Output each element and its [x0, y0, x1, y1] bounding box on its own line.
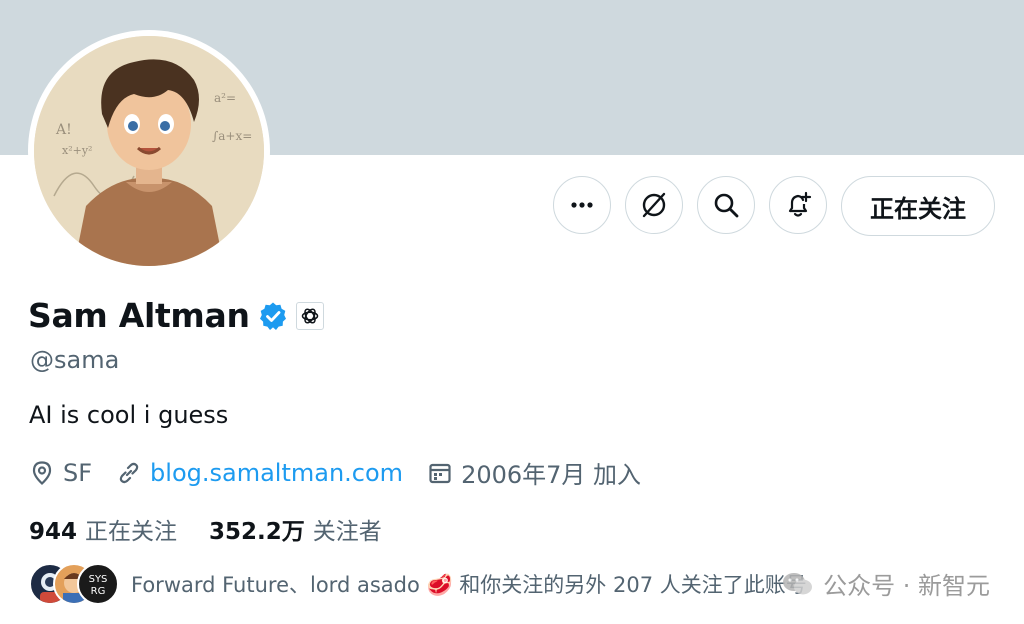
verified-badge-icon[interactable] — [258, 301, 288, 331]
mutual-avatars: SYS RG — [29, 563, 119, 605]
following-button[interactable]: 正在关注 — [841, 176, 995, 236]
joined-date: 2006年7月 加入 — [461, 461, 642, 489]
website-item[interactable]: blog.samaltman.com — [116, 459, 403, 487]
watermark-text: 公众号 · 新智元 — [823, 572, 990, 600]
profile-handle: @sama — [30, 346, 120, 374]
follow-stats: 944 正在关注 352.2万 关注者 — [29, 512, 414, 546]
svg-text:∫a+x=: ∫a+x= — [212, 129, 252, 143]
svg-text:SYS: SYS — [89, 574, 108, 585]
search-icon — [714, 193, 739, 218]
followers-label: 关注者 — [312, 519, 382, 545]
following-stat[interactable]: 944 正在关注 — [29, 512, 177, 546]
avatar[interactable]: A! x²+y² a²= ∫a+x= — [28, 30, 270, 272]
location-text: SF — [63, 458, 93, 487]
location-item: SF — [29, 459, 92, 487]
profile-meta: SF blog.samaltman.com 2006年7月 加入 — [29, 455, 665, 490]
avatar-image: A! x²+y² a²= ∫a+x= — [34, 36, 264, 266]
website-link[interactable]: blog.samaltman.com — [150, 459, 403, 487]
svg-text:RG: RG — [91, 586, 106, 597]
profile-name: Sam Altman — [28, 296, 250, 335]
location-pin-icon — [32, 460, 52, 485]
following-label: 正在关注 — [85, 519, 178, 545]
more-button[interactable] — [553, 176, 611, 234]
joined-item: 2006年7月 加入 — [427, 455, 641, 490]
followers-count: 352.2万 — [209, 519, 305, 545]
svg-text:x²+y²: x²+y² — [62, 144, 92, 157]
mutual-followers[interactable]: SYS RG Forward Future、lord asado 🥩 和你关注的另… — [29, 563, 807, 605]
affiliate-badge[interactable] — [295, 301, 324, 330]
followers-stat[interactable]: 352.2万 关注者 — [209, 512, 382, 546]
wechat-icon — [783, 572, 813, 594]
watermark: 公众号 · 新智元 — [781, 566, 990, 601]
profile-bio: AI is cool i guess — [29, 401, 229, 429]
openai-logo-icon — [301, 307, 318, 324]
svg-text:a²=: a²= — [214, 91, 236, 105]
notifications-button[interactable] — [769, 176, 827, 234]
profile-actions: 正在关注 — [553, 176, 995, 236]
calendar-icon — [429, 463, 451, 483]
link-icon — [119, 462, 139, 483]
grok-button[interactable] — [625, 176, 683, 234]
mutual-avatar: SYS RG — [77, 563, 119, 605]
grok-icon — [642, 192, 666, 218]
bell-plus-icon — [788, 191, 812, 217]
following-count: 944 — [29, 519, 78, 545]
mutual-followers-text: Forward Future、lord asado 🥩 和你关注的另外 207 … — [131, 573, 807, 597]
more-icon — [571, 202, 593, 208]
svg-text:A!: A! — [55, 122, 72, 138]
profile-name-row: Sam Altman — [28, 296, 324, 335]
search-button[interactable] — [697, 176, 755, 234]
